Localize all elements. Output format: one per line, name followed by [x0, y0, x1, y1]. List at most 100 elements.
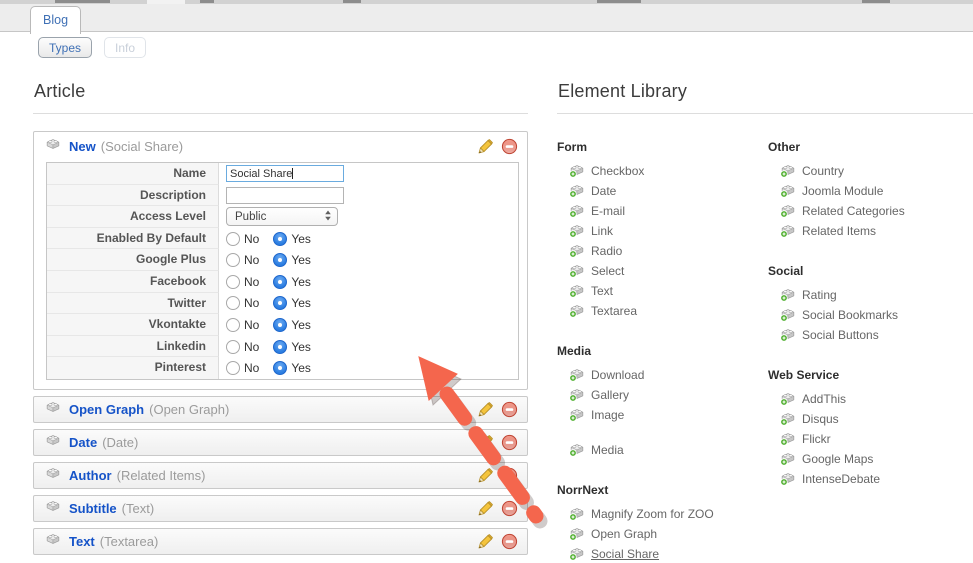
library-item-google-maps[interactable]: Google Maps [768, 449, 973, 469]
name-input[interactable]: Social Share [226, 165, 344, 183]
lego-brick-add-icon [780, 202, 796, 221]
radio-option-label: Yes [291, 253, 311, 268]
radio-selected-icon[interactable] [273, 361, 288, 376]
element-name: Date [69, 434, 98, 450]
library-item-country[interactable]: Country [768, 161, 973, 181]
google-plus-radio-yes[interactable]: Yes [273, 253, 311, 268]
radio-selected-icon[interactable] [273, 296, 288, 311]
library-item-open-graph[interactable]: Open Graph [557, 524, 768, 544]
library-item-related-categories[interactable]: Related Categories [768, 201, 973, 221]
field-label: Google Plus [47, 249, 219, 271]
library-item-radio[interactable]: Radio [557, 241, 768, 261]
element-panel-date[interactable]: Date (Date) [33, 428, 528, 456]
pencil-icon[interactable] [477, 138, 494, 155]
vkontakte-radio-yes[interactable]: Yes [273, 317, 311, 332]
radio-selected-icon[interactable] [273, 231, 288, 246]
library-item-addthis[interactable]: AddThis [768, 389, 973, 409]
field-value: Social Share [219, 163, 518, 185]
linkedin-radio-yes[interactable]: Yes [273, 339, 311, 354]
pinterest-radio-no[interactable]: No [226, 361, 259, 376]
lego-brick-add-icon [569, 302, 585, 321]
library-item-magnify-zoom-for-zoo[interactable]: Magnify Zoom for ZOO [557, 504, 768, 524]
google-plus-radio-no[interactable]: No [226, 253, 259, 268]
types-button[interactable]: Types [38, 37, 93, 58]
twitter-radio-yes[interactable]: Yes [273, 296, 311, 311]
library-item-gallery[interactable]: Gallery [557, 385, 768, 405]
library-item-intensedebate[interactable]: IntenseDebate [768, 469, 973, 489]
library-item-link[interactable]: Link [557, 221, 768, 241]
library-item-date[interactable]: Date [557, 181, 768, 201]
facebook-radio-yes[interactable]: Yes [273, 274, 311, 289]
library-item-text[interactable]: Text [557, 281, 768, 301]
access-level-select[interactable]: Public [226, 207, 338, 227]
library-item-joomla-module[interactable]: Joomla Module [768, 181, 973, 201]
radio-selected-icon[interactable] [273, 253, 288, 268]
radio-option-label: No [244, 339, 260, 354]
field-value [219, 185, 518, 207]
library-section-header: Media [557, 344, 592, 358]
radio-unselected-icon[interactable] [226, 361, 240, 376]
radio-unselected-icon[interactable] [226, 317, 240, 332]
library-item-e-mail[interactable]: E-mail [557, 201, 768, 221]
radio-selected-icon[interactable] [273, 317, 288, 332]
library-item-image[interactable]: Image [557, 405, 768, 425]
enabled-by-default-radio-yes[interactable]: Yes [273, 231, 311, 246]
library-section-media: Media Download Gallery Image Media [557, 344, 768, 460]
radio-option-label: No [244, 296, 260, 311]
radio-unselected-icon[interactable] [226, 339, 240, 354]
library-item-label: Social Share [591, 547, 660, 561]
minus-circle-icon[interactable] [501, 533, 518, 550]
pencil-icon[interactable] [477, 401, 494, 418]
tab-blog[interactable]: Blog [30, 6, 82, 34]
minus-circle-icon[interactable] [501, 401, 518, 418]
radio-unselected-icon[interactable] [226, 231, 240, 246]
radio-option-label: Yes [291, 296, 311, 311]
radio-unselected-icon[interactable] [226, 274, 240, 289]
minus-circle-icon[interactable] [501, 138, 518, 155]
library-item-rating[interactable]: Rating [768, 285, 973, 305]
library-item-checkbox[interactable]: Checkbox [557, 161, 768, 181]
minus-circle-icon[interactable] [501, 500, 518, 517]
radio-unselected-icon[interactable] [226, 253, 240, 268]
radio-unselected-icon[interactable] [226, 296, 240, 311]
library-item-related-items[interactable]: Related Items [768, 221, 973, 241]
lego-brick-add-icon [780, 162, 796, 181]
element-panel-open-graph[interactable]: Open Graph (Open Graph) [33, 395, 528, 423]
description-input[interactable] [226, 186, 344, 204]
vkontakte-radio-no[interactable]: No [226, 317, 259, 332]
pencil-icon[interactable] [477, 533, 494, 550]
library-item-textarea[interactable]: Textarea [557, 301, 768, 321]
info-button[interactable]: Info [104, 37, 147, 58]
library-item-social-share[interactable]: Social Share [557, 544, 768, 563]
twitter-radio-no[interactable]: No [226, 296, 260, 311]
library-item-social-buttons[interactable]: Social Buttons [768, 325, 973, 345]
enabled-by-default-radio-no[interactable]: No [226, 231, 259, 246]
library-item-select[interactable]: Select [557, 261, 768, 281]
field-label: Twitter [47, 292, 219, 315]
lego-brick-add-icon [569, 162, 585, 181]
lego-brick-add-icon [780, 470, 796, 489]
minus-circle-icon[interactable] [501, 467, 518, 484]
facebook-radio-no[interactable]: No [226, 274, 259, 289]
up-down-arrows-icon [324, 210, 332, 224]
radio-selected-icon[interactable] [273, 274, 288, 289]
library-item-media[interactable]: Media [557, 440, 768, 460]
library-item-download[interactable]: Download [557, 365, 768, 385]
element-panel-text[interactable]: Text (Textarea) [33, 527, 528, 555]
minus-circle-icon[interactable] [501, 434, 518, 451]
pinterest-radio-yes[interactable]: Yes [273, 361, 311, 376]
pencil-icon[interactable] [477, 467, 494, 484]
library-item-disqus[interactable]: Disqus [768, 409, 973, 429]
library-item-label: Image [591, 408, 625, 422]
library-item-label: Media [591, 443, 624, 457]
element-panel-subtitle[interactable]: Subtitle (Text) [33, 494, 528, 522]
lego-brick-add-icon [569, 202, 585, 221]
lego-brick-add-icon [569, 406, 585, 425]
library-item-flickr[interactable]: Flickr [768, 429, 973, 449]
linkedin-radio-no[interactable]: No [226, 339, 260, 354]
element-panel-author[interactable]: Author (Related Items) [33, 461, 528, 489]
pencil-icon[interactable] [477, 434, 494, 451]
radio-selected-icon[interactable] [273, 339, 288, 354]
library-item-social-bookmarks[interactable]: Social Bookmarks [768, 305, 973, 325]
pencil-icon[interactable] [477, 500, 494, 517]
